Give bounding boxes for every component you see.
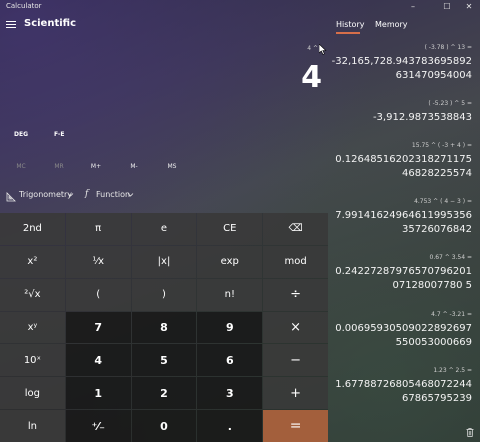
square-root-button[interactable]: ²√x — [0, 278, 65, 311]
backspace-icon[interactable]: ⌫ — [263, 213, 328, 245]
digit-5-button[interactable]: 5 — [131, 344, 197, 377]
memory-clear-button[interactable]: MC — [6, 163, 36, 170]
divide-button[interactable]: ÷ — [263, 278, 328, 311]
exp-button[interactable]: exp — [197, 245, 263, 278]
tab-history[interactable]: History — [336, 20, 364, 29]
history-result: 0.1264851620231827117546828225574 — [335, 154, 472, 179]
history-item[interactable]: 15.75 ^ ( -3 + 4 ) = 0.12648516202318271… — [330, 142, 472, 181]
history-item[interactable]: 4.753 ^ ( 4 − 3 ) = 7.991416249646119953… — [330, 198, 472, 237]
history-expression: 1.23 ^ 2.5 = — [433, 367, 472, 374]
tab-memory[interactable]: Memory — [375, 20, 408, 29]
triangle-ruler-icon — [6, 192, 16, 202]
close-button[interactable]: ✕ — [458, 0, 480, 14]
clear-entry-button[interactable]: CE — [197, 213, 263, 245]
memory-store-button[interactable]: MS — [157, 163, 187, 170]
close-paren-button[interactable]: ) — [131, 278, 197, 311]
negate-button[interactable]: ⁺⁄₋ — [65, 410, 131, 442]
digit-3-button[interactable]: 3 — [197, 377, 263, 410]
history-result: -3,912.9873538843 — [372, 112, 472, 123]
fe-button[interactable]: F-E — [54, 131, 65, 138]
minimize-button[interactable]: – — [402, 0, 424, 14]
history-item[interactable]: 0.67 ^ 3.54 = 0.242272879765707962010712… — [330, 254, 472, 293]
function-dropdown[interactable]: Function — [96, 190, 130, 199]
mouse-cursor-icon — [319, 44, 327, 55]
active-tab-indicator — [336, 32, 360, 34]
euler-button[interactable]: e — [131, 213, 197, 245]
memory-add-button[interactable]: M+ — [81, 163, 111, 170]
angle-unit-button[interactable]: DEG — [14, 131, 28, 138]
digit-1-button[interactable]: 1 — [65, 377, 131, 410]
chevron-down-icon — [127, 193, 134, 197]
chevron-down-icon — [67, 193, 74, 197]
digit-6-button[interactable]: 6 — [197, 344, 263, 377]
history-item[interactable]: ( -3.78 ) ^ 13 = -32,165,728.94378369589… — [330, 44, 472, 83]
history-result: -32,165,728.943783695892631470954004 — [331, 56, 472, 81]
add-button[interactable]: + — [263, 377, 328, 410]
absolute-value-button[interactable]: |x| — [131, 245, 197, 278]
history-item[interactable]: 1.23 ^ 2.5 = 1.67788726805468072244 6786… — [330, 367, 472, 406]
ln-button[interactable]: ln — [0, 410, 65, 442]
function-toolbar: Trigonometry f Function — [0, 184, 327, 211]
expression-display: 4 ^ — [307, 45, 318, 52]
hamburger-menu-icon[interactable] — [4, 16, 20, 32]
ten-power-button[interactable]: 10ˣ — [0, 344, 65, 377]
history-expression: 15.75 ^ ( -3 + 4 ) = — [411, 142, 472, 149]
maximize-button[interactable]: ☐ — [436, 0, 458, 14]
history-item[interactable]: ( -5.23 ) ^ 5 = -3,912.9873538843 — [330, 100, 472, 125]
memory-subtract-button[interactable]: M- — [119, 163, 149, 170]
equals-button[interactable]: = — [263, 410, 328, 442]
second-button[interactable]: 2nd — [0, 213, 65, 245]
history-expression: 4.753 ^ ( 4 − 3 ) = — [414, 198, 472, 205]
digit-0-button[interactable]: 0 — [131, 410, 197, 442]
history-result: 1.67788726805468072244 67865795239 — [335, 379, 472, 404]
digit-7-button[interactable]: 7 — [65, 311, 131, 344]
log-button[interactable]: log — [0, 377, 65, 410]
trash-icon[interactable] — [466, 428, 474, 437]
digit-4-button[interactable]: 4 — [65, 344, 131, 377]
square-button[interactable]: x² — [0, 245, 65, 278]
keypad: 2nd π e CE ⌫ x² ¹⁄x |x| exp mod ²√x ( ) … — [0, 213, 328, 442]
factorial-button[interactable]: n! — [197, 278, 263, 311]
trigonometry-dropdown[interactable]: Trigonometry — [19, 190, 72, 199]
history-item[interactable]: 4.7 ^ -3.21 = 0.006959305090228926975500… — [330, 311, 472, 350]
mode-title: Scientific — [24, 18, 77, 29]
reciprocal-button[interactable]: ¹⁄x — [65, 245, 131, 278]
digit-8-button[interactable]: 8 — [131, 311, 197, 344]
history-expression: 0.67 ^ 3.54 = — [429, 254, 473, 261]
result-display: 4 — [301, 60, 322, 95]
function-icon: f — [85, 189, 89, 199]
open-paren-button[interactable]: ( — [65, 278, 131, 311]
subtract-button[interactable]: − — [263, 344, 328, 377]
history-result: 0.00695930509022892697550053000669 — [335, 323, 472, 348]
power-button[interactable]: xʸ — [0, 311, 65, 344]
memory-recall-button[interactable]: MR — [44, 163, 74, 170]
mod-button[interactable]: mod — [263, 245, 328, 278]
digit-9-button[interactable]: 9 — [197, 311, 263, 344]
history-expression: ( -5.23 ) ^ 5 = — [428, 100, 472, 107]
history-result: 0.2422728797657079620107128007780 5 — [335, 266, 472, 291]
history-expression: 4.7 ^ -3.21 = — [431, 311, 472, 318]
title-bar: Calculator – ☐ ✕ — [0, 0, 480, 14]
history-result: 7.9914162496461199535635726076842 — [335, 210, 472, 235]
app-title: Calculator — [6, 2, 42, 10]
multiply-button[interactable]: × — [263, 311, 328, 344]
history-expression: ( -3.78 ) ^ 13 = — [424, 44, 472, 51]
decimal-button[interactable]: . — [197, 410, 263, 442]
pi-button[interactable]: π — [65, 213, 131, 245]
digit-2-button[interactable]: 2 — [131, 377, 197, 410]
